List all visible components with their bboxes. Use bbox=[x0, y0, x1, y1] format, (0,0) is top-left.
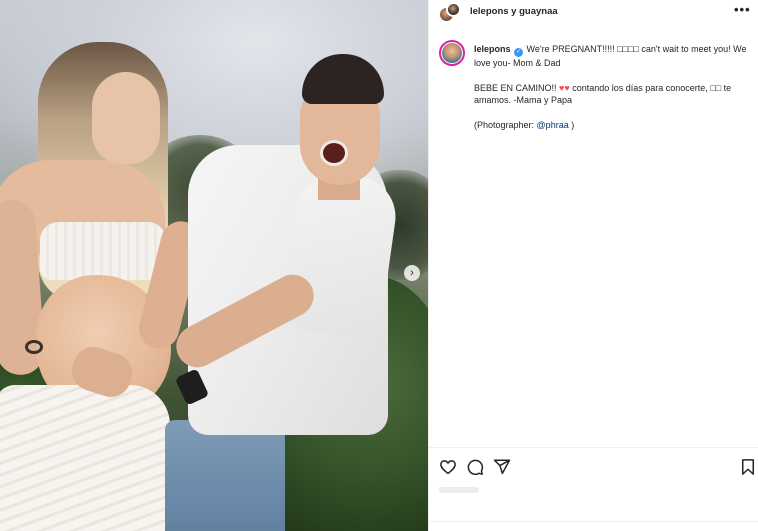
avatar-face bbox=[442, 43, 462, 63]
caption-photographer: (Photographer: @phraa ) bbox=[474, 119, 756, 132]
post-sidebar: lelepons ✓ We're PREGNANT!!!!! □□□□ can'… bbox=[428, 0, 758, 531]
heart-icon bbox=[440, 460, 456, 475]
caption-username[interactable]: lelepons bbox=[474, 44, 511, 54]
man-mouth bbox=[320, 140, 348, 166]
caption-text: lelepons ✓ We're PREGNANT!!!!! □□□□ can'… bbox=[474, 43, 756, 131]
avatar bbox=[446, 2, 461, 17]
caption-paragraph-2: BEBE EN CAMINO!! ♥♥ contando los días pa… bbox=[474, 82, 756, 107]
carousel-next-button[interactable]: › bbox=[404, 265, 420, 281]
post-authors-title[interactable]: lelepons y guaynaa bbox=[470, 6, 558, 17]
share-button[interactable] bbox=[493, 458, 511, 476]
comment-divider bbox=[429, 521, 758, 522]
caption-line-2-start: BEBE EN CAMINO!! bbox=[474, 82, 560, 93]
like-button[interactable] bbox=[439, 458, 457, 476]
instagram-post: › lelepons ✓ We're PREGNANT!!!!! □□□□ ca… bbox=[0, 0, 758, 531]
woman-face bbox=[92, 72, 160, 164]
man-jeans bbox=[165, 420, 285, 531]
more-horizontal-icon[interactable]: ••• bbox=[734, 2, 751, 17]
bracelet bbox=[25, 340, 43, 354]
post-photo[interactable]: › bbox=[0, 0, 428, 531]
save-button[interactable] bbox=[739, 458, 757, 476]
bookmark-icon bbox=[742, 459, 754, 475]
post-actions bbox=[439, 458, 755, 476]
post-header: lelepons y guaynaa ••• bbox=[428, 0, 758, 26]
send-icon bbox=[493, 459, 511, 475]
likes-placeholder bbox=[439, 487, 479, 493]
photographer-mention-link[interactable]: @phraa bbox=[537, 120, 569, 130]
photographer-prefix: (Photographer: bbox=[474, 119, 537, 130]
woman-lace-top bbox=[40, 222, 166, 280]
comment-button[interactable] bbox=[466, 458, 484, 476]
caption-avatar[interactable] bbox=[439, 40, 465, 66]
avatar-face bbox=[448, 4, 459, 15]
verified-badge-icon: ✓ bbox=[514, 48, 524, 57]
photographer-suffix: ) bbox=[568, 119, 575, 130]
actions-divider bbox=[429, 447, 758, 448]
woman-skirt bbox=[0, 385, 170, 531]
heart-emoji-icon: ♥♥ bbox=[559, 82, 570, 93]
chevron-right-icon: › bbox=[410, 267, 414, 279]
caption-avatar-image bbox=[442, 43, 462, 63]
collab-avatars[interactable] bbox=[438, 2, 462, 24]
comment-icon bbox=[467, 459, 484, 476]
